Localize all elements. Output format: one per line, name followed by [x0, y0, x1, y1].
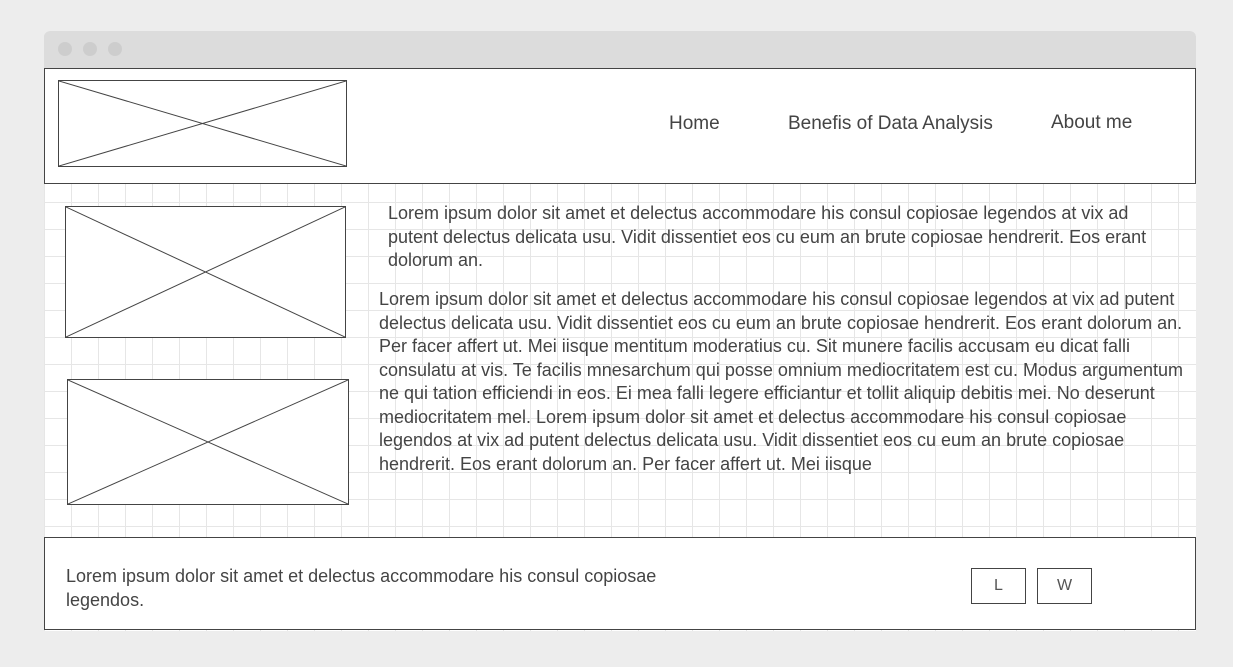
linkedin-button[interactable]: L — [971, 568, 1026, 604]
nav-benefits[interactable]: Benefis of Data Analysis — [788, 113, 993, 135]
nav-about-me[interactable]: About me — [1051, 112, 1132, 134]
header: Home Benefis of Data Analysis About me — [44, 68, 1196, 184]
body-paragraph: Lorem ipsum dolor sit amet et delectus a… — [379, 289, 1184, 474]
footer: Lorem ipsum dolor sit amet et delectus a… — [44, 537, 1196, 630]
image-placeholder — [67, 379, 349, 505]
nav-home[interactable]: Home — [669, 113, 720, 135]
image-placeholder — [65, 206, 346, 338]
title-bar — [44, 31, 1196, 68]
footer-text: Lorem ipsum dolor sit amet et delectus a… — [66, 566, 657, 610]
maximize-dot-icon[interactable] — [108, 42, 122, 56]
website-button[interactable]: W — [1037, 568, 1092, 604]
logo-image-placeholder — [58, 80, 347, 167]
browser-window: Home Benefis of Data Analysis About me L… — [44, 31, 1196, 631]
close-dot-icon[interactable] — [58, 42, 72, 56]
intro-paragraph: Lorem ipsum dolor sit amet et delectus a… — [388, 203, 1147, 270]
minimize-dot-icon[interactable] — [83, 42, 97, 56]
